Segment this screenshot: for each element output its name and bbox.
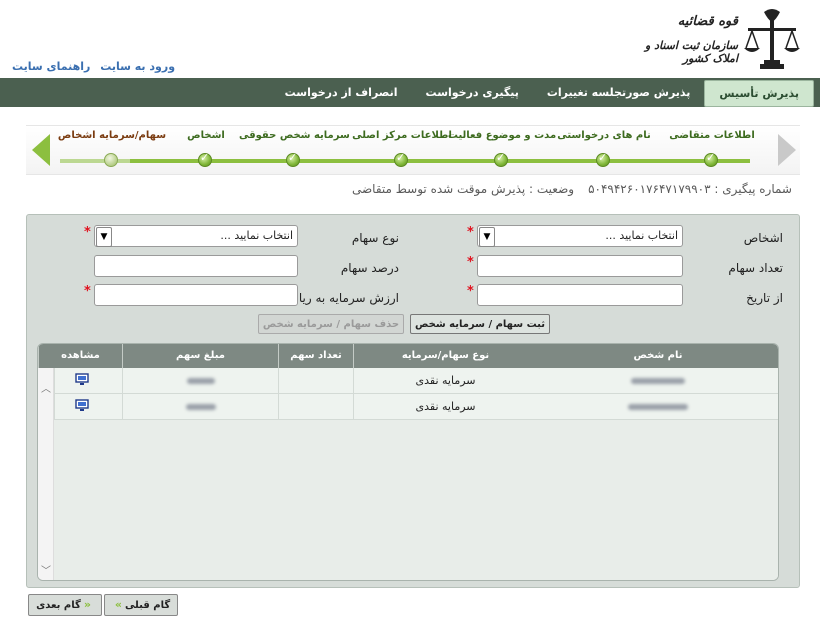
nav-establishment[interactable]: پذیرش تأسیس: [704, 79, 814, 107]
required-marker: *: [84, 284, 91, 299]
prev-step-button[interactable]: گام قبلی»: [104, 594, 178, 616]
wizard-step-persons[interactable]: اشخاص ✓: [158, 126, 254, 174]
cell-share-amount: [122, 368, 278, 394]
nav-cancel-request[interactable]: انصراف از درخواست: [271, 78, 412, 107]
shares-form-panel: اشخاص انتخاب نمایید ... ▼ * نوع سهام انت…: [26, 214, 800, 588]
top-links: ورود به سایت راهنمای سایت: [6, 60, 175, 73]
table-row[interactable]: سرمایه نقدی: [54, 394, 778, 420]
share-type-label: نوع سهام: [351, 231, 399, 245]
cell-share-count: [278, 368, 353, 394]
double-chevron-left-icon: «: [83, 598, 91, 611]
chevron-down-icon: ▼: [479, 227, 495, 247]
check-icon: ✓: [494, 151, 508, 167]
main-nav: پذیرش تأسیس پذیرش صورتجلسه تغییرات پیگیر…: [0, 78, 820, 107]
wizard-steps: اطلاعات متقاضی ✓ نام های درخواستی ✓ مدت …: [26, 125, 800, 175]
shares-grid: نام شخص نوع سهام/سرمایه تعداد سهم مبلغ س…: [37, 343, 779, 581]
org-logo-text: قوه قضائیه سازمان ثبت اسناد و املاک کشور: [628, 12, 738, 72]
request-state: وضعیت : پذیرش موقت شده توسط متقاضی: [351, 182, 575, 196]
col-view: مشاهده: [38, 344, 122, 368]
scroll-up-icon[interactable]: ︿: [41, 380, 51, 395]
grid-scrollbar[interactable]: ︿ ﹀: [38, 368, 54, 580]
required-marker: *: [467, 255, 474, 270]
required-marker: *: [467, 225, 474, 240]
check-icon: ✓: [596, 151, 610, 167]
col-person-name: نام شخص: [633, 350, 683, 361]
table-row[interactable]: سرمایه نقدی: [54, 368, 778, 394]
scroll-down-icon[interactable]: ﹀: [41, 562, 51, 577]
next-step-button[interactable]: «گام بعدی: [28, 594, 102, 616]
capital-value-input[interactable]: [94, 284, 298, 306]
site-header: ورود به سایت راهنمای سایت قوه قضائیه ساز…: [0, 0, 820, 78]
cell-share-amount: [122, 394, 278, 420]
cell-view: [54, 368, 122, 394]
check-icon: ✓: [286, 151, 300, 167]
share-count-input[interactable]: [477, 255, 683, 277]
request-status: شماره پیگیری : ۵۰۴۹۴۲۶۰۱۷۶۴۷۱۷۹۹۰۳ وضعیت …: [338, 182, 792, 196]
delete-shares-button[interactable]: حذف سهام / سرمایه شخص: [258, 314, 404, 334]
site-guide-link[interactable]: راهنمای سایت: [12, 60, 90, 73]
required-marker: *: [467, 284, 474, 299]
required-marker: *: [84, 225, 91, 240]
check-icon: ✓: [394, 151, 408, 167]
judiciary-name: قوه قضائیه: [677, 14, 738, 29]
cell-view: [54, 394, 122, 420]
person-label: اشخاص: [743, 231, 783, 245]
from-date-input[interactable]: [477, 284, 683, 306]
double-chevron-right-icon: »: [114, 598, 122, 611]
login-link[interactable]: ورود به سایت: [100, 60, 175, 73]
scales-emblem-icon: [744, 9, 800, 69]
cell-share-count: [278, 394, 353, 420]
current-step-icon: [104, 153, 118, 167]
register-shares-button[interactable]: ثبت سهام / سرمایه شخص: [410, 314, 550, 334]
view-details-icon[interactable]: [75, 373, 89, 386]
cell-person-name: [536, 394, 778, 420]
organization-name: سازمان ثبت اسناد و املاک کشور: [644, 39, 738, 65]
wizard-next-arrow-icon[interactable]: [32, 134, 50, 166]
nav-change-minutes[interactable]: پذیرش صورتجلسه تغییرات: [533, 78, 705, 107]
share-percent-input[interactable]: [94, 255, 298, 277]
tracking-number: شماره پیگیری : ۵۰۴۹۴۲۶۰۱۷۶۴۷۱۷۹۹۰۳: [588, 182, 792, 196]
col-share-count: تعداد سهم: [278, 344, 353, 368]
col-share-type: نوع سهام/سرمایه: [353, 344, 537, 368]
wizard-step-head-office[interactable]: اطلاعات مرکز اصلی ✓: [352, 126, 452, 174]
share-percent-label: درصد سهام: [340, 261, 399, 275]
share-type-select[interactable]: انتخاب نمایید ... ▼: [94, 225, 298, 247]
wizard-step-names[interactable]: نام های درخواستی ✓: [556, 126, 652, 174]
grid-header: نام شخص نوع سهام/سرمایه تعداد سهم مبلغ س…: [38, 344, 778, 368]
cell-person-name: [536, 368, 778, 394]
nav-track-request[interactable]: پیگیری درخواست: [412, 78, 533, 107]
chevron-down-icon: ▼: [96, 227, 112, 247]
cell-share-type: سرمایه نقدی: [353, 368, 537, 394]
person-select[interactable]: انتخاب نمایید ... ▼: [477, 225, 683, 247]
col-share-amount: مبلغ سهم: [122, 344, 278, 368]
capital-value-label: ارزش سرمایه به ریال: [290, 291, 399, 305]
wizard-step-applicant[interactable]: اطلاعات متقاضی ✓: [664, 126, 760, 174]
cell-share-type: سرمایه نقدی: [353, 394, 537, 420]
check-icon: ✓: [198, 151, 212, 167]
wizard-prev-arrow-icon[interactable]: [778, 134, 796, 166]
wizard-step-activity[interactable]: مدت و موضوع فعالیت ✓: [448, 126, 556, 174]
view-details-icon[interactable]: [75, 399, 89, 412]
wizard-step-shares[interactable]: سهام/سرمایه اشخاص: [58, 126, 166, 174]
from-date-label: از تاریخ: [746, 291, 783, 305]
check-icon: ✓: [704, 151, 718, 167]
share-count-label: تعداد سهام: [728, 261, 783, 275]
